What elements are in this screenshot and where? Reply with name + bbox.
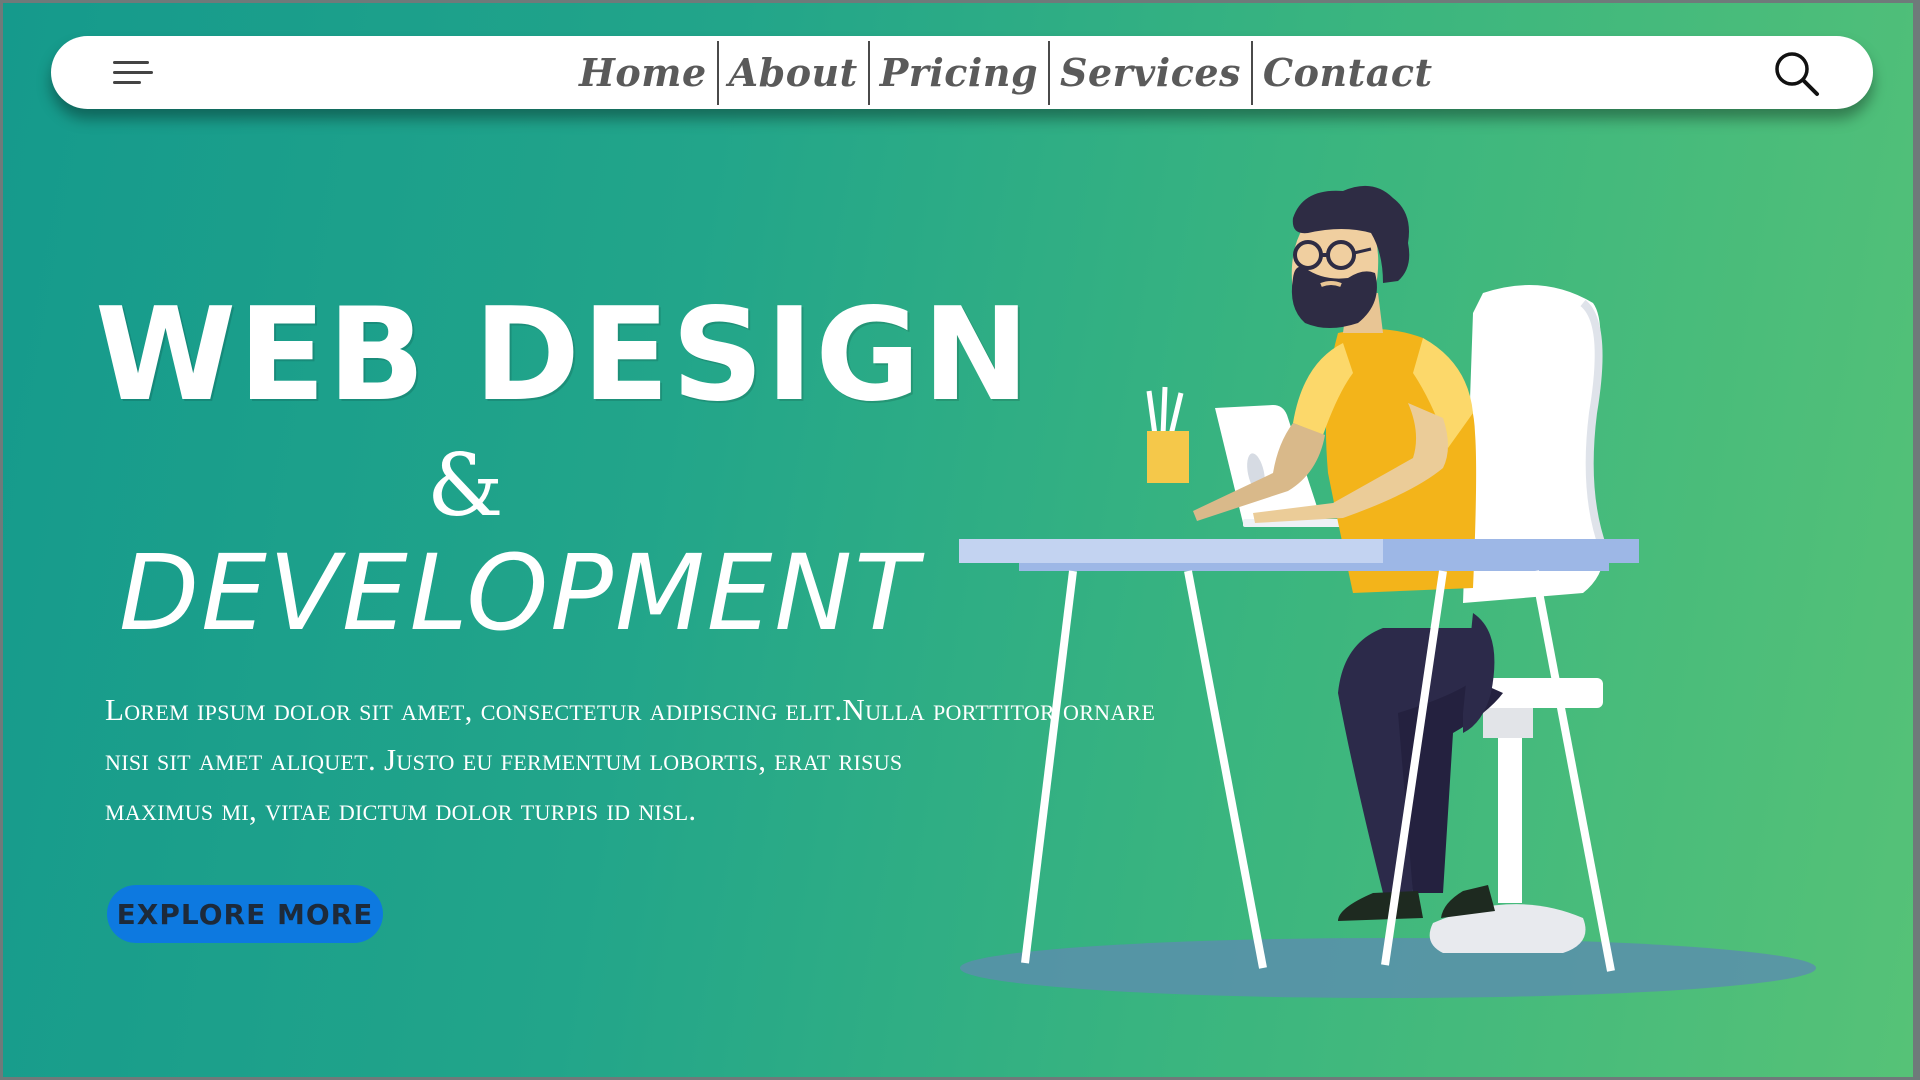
hero-description-line: nisi sit amet aliquet. Justo eu fermentu… <box>105 742 903 777</box>
nav-link-services[interactable]: Services <box>1050 40 1251 106</box>
search-icon[interactable] <box>1773 50 1821 98</box>
nav-link-home[interactable]: Home <box>569 40 717 106</box>
explore-more-button[interactable]: EXPLORE MORE <box>107 885 383 943</box>
hero-title-line1: WEB DESIGN <box>95 281 1032 430</box>
man-working-on-laptop-illustration <box>959 185 1816 998</box>
landing-page: Home About Pricing Services Contact WEB … <box>3 3 1913 1077</box>
hero-title-ampersand: & <box>427 436 504 536</box>
nav-link-pricing[interactable]: Pricing <box>870 40 1048 106</box>
top-navbar: Home About Pricing Services Contact <box>51 36 1873 109</box>
hamburger-menu-icon[interactable] <box>113 58 155 88</box>
hero-description-line: maximus mi, vitae dictum dolor turpis id… <box>105 792 697 827</box>
hero-title-line2: DEVELOPMENT <box>119 532 920 654</box>
pencil-cup <box>1146 386 1189 483</box>
nav-link-contact[interactable]: Contact <box>1253 40 1443 106</box>
nav-links: Home About Pricing Services Contact <box>569 36 1443 109</box>
nav-link-about[interactable]: About <box>719 40 868 106</box>
hero-description-line: Lorem ipsum dolor sit amet, consectetur … <box>105 692 1156 727</box>
hero-description: Lorem ipsum dolor sit amet, consectetur … <box>105 685 1156 835</box>
